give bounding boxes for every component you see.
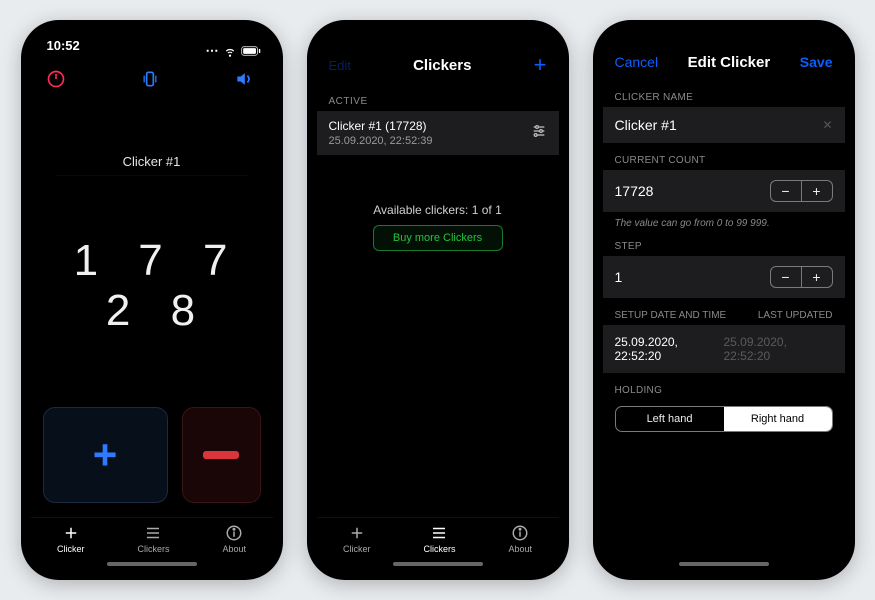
tab-clickers[interactable]: Clickers (137, 524, 169, 554)
tab-label: Clickers (423, 544, 455, 554)
dots-icon: ⋯ (206, 43, 219, 59)
speaker-icon[interactable] (233, 68, 255, 90)
phone-clicker: 10:52 ⋯ (21, 20, 283, 580)
nav-title: Clickers (413, 57, 471, 74)
tab-label: Clicker (343, 544, 371, 554)
list-icon (430, 524, 448, 542)
updated-date-value: 25.09.2020, 22:52:20 (724, 335, 833, 363)
clicker-title: Clicker #1 (31, 154, 273, 169)
info-icon (511, 524, 529, 542)
setup-date-value: 25.09.2020, 22:52:20 (615, 335, 724, 363)
tab-label: About (508, 544, 532, 554)
battery-icon (241, 46, 261, 56)
wifi-icon (223, 44, 237, 58)
plus-icon (348, 524, 366, 542)
home-indicator (107, 562, 197, 566)
phone-clickers-list: Edit Clickers + ACTIVE Clicker #1 (17728… (307, 20, 569, 580)
decrement-button[interactable] (182, 407, 261, 503)
count-display: 1 7 7 2 8 (31, 236, 273, 336)
name-value: Clicker #1 (615, 117, 677, 133)
clear-icon[interactable]: ✕ (822, 118, 832, 132)
tab-label: Clickers (137, 544, 169, 554)
power-icon[interactable] (45, 68, 67, 90)
stepper-plus[interactable]: + (802, 267, 832, 287)
label-holding: HOLDING (603, 373, 845, 400)
sliders-icon[interactable] (531, 123, 547, 139)
count-hint: The value can go from 0 to 99 999. (603, 212, 845, 229)
label-last-updated: LAST UPDATED (758, 310, 833, 321)
plus-icon: + (93, 434, 118, 476)
row-title: Clicker #1 (17728) (329, 119, 547, 133)
notch (97, 30, 207, 52)
save-button[interactable]: Save (800, 54, 833, 70)
increment-button[interactable]: + (43, 407, 168, 503)
stepper-minus[interactable]: − (771, 267, 801, 287)
date-row: 25.09.2020, 22:52:20 25.09.2020, 22:52:2… (603, 325, 845, 373)
divider (55, 175, 249, 176)
minus-icon (203, 451, 239, 459)
label-current-count: CURRENT COUNT (603, 143, 845, 170)
seg-left-hand[interactable]: Left hand (616, 407, 724, 431)
step-value: 1 (615, 269, 623, 285)
tab-clicker[interactable]: Clicker (343, 524, 371, 554)
home-indicator (393, 562, 483, 566)
row-subtitle: 25.09.2020, 22:52:39 (329, 135, 547, 147)
notch (669, 30, 779, 52)
step-field[interactable]: 1 − + (603, 256, 845, 298)
label-setup-date: SETUP DATE AND TIME (615, 310, 727, 321)
plus-icon (62, 524, 80, 542)
nav-add-button[interactable]: + (534, 54, 547, 76)
holding-segmented-control[interactable]: Left hand Right hand (615, 406, 833, 432)
info-icon (225, 524, 243, 542)
cancel-button[interactable]: Cancel (615, 54, 659, 70)
tab-clicker[interactable]: Clicker (57, 524, 85, 554)
count-value: 17728 (615, 183, 654, 199)
notch (383, 30, 493, 52)
tab-label: About (222, 544, 246, 554)
count-field[interactable]: 17728 − + (603, 170, 845, 212)
tab-clickers[interactable]: Clickers (423, 524, 455, 554)
available-label: Available clickers: 1 of 1 (317, 203, 559, 217)
buy-more-button[interactable]: Buy more Clickers (373, 225, 503, 251)
count-stepper[interactable]: − + (770, 180, 833, 202)
step-stepper[interactable]: − + (770, 266, 833, 288)
vibrate-icon[interactable] (139, 68, 161, 90)
stepper-plus[interactable]: + (802, 181, 832, 201)
clock-label: 10:52 (47, 38, 80, 64)
tab-about[interactable]: About (222, 524, 246, 554)
stepper-minus[interactable]: − (771, 181, 801, 201)
status-icons: ⋯ (206, 38, 261, 64)
tab-about[interactable]: About (508, 524, 532, 554)
nav-title: Edit Clicker (688, 54, 771, 71)
seg-right-hand[interactable]: Right hand (724, 407, 832, 431)
list-icon (144, 524, 162, 542)
phone-edit-clicker: Cancel Edit Clicker Save CLICKER NAME Cl… (593, 20, 855, 580)
tab-label: Clicker (57, 544, 85, 554)
name-field[interactable]: Clicker #1 ✕ (603, 107, 845, 143)
section-header-active: ACTIVE (317, 82, 559, 111)
home-indicator (679, 562, 769, 566)
label-step: STEP (603, 229, 845, 256)
active-clicker-row[interactable]: Clicker #1 (17728) 25.09.2020, 22:52:39 (317, 111, 559, 155)
label-clicker-name: CLICKER NAME (603, 80, 845, 107)
nav-edit-button[interactable]: Edit (329, 58, 351, 73)
